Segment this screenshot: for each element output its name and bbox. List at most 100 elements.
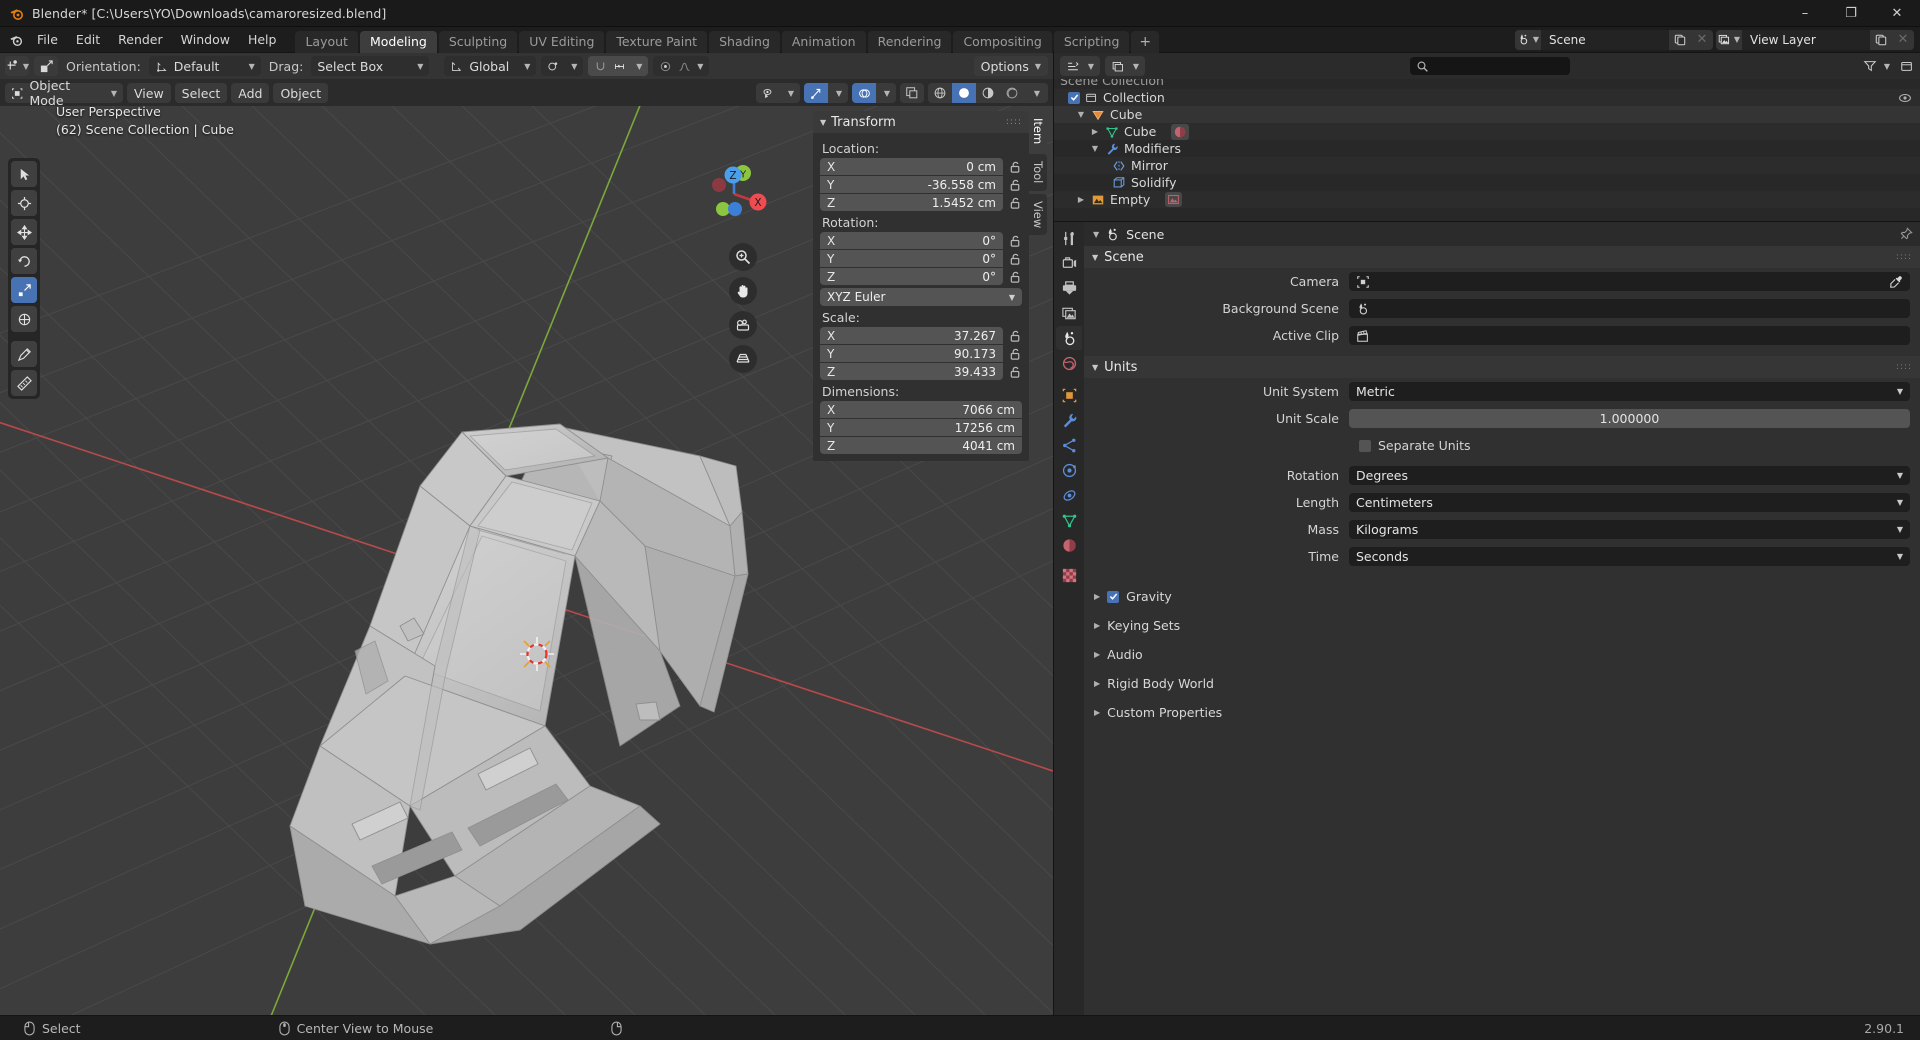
sidebar-tab-item[interactable]: Item: [1029, 111, 1047, 152]
sidebar-tab-tool[interactable]: Tool: [1029, 154, 1047, 191]
properties-tab-render[interactable]: [1056, 251, 1082, 275]
outliner-new-collection-icon[interactable]: [1900, 59, 1914, 73]
menu-file[interactable]: File: [28, 29, 67, 51]
proportional-editing-dropdown[interactable]: ▼: [653, 56, 710, 76]
scene-panel-grip-icon[interactable]: ::::: [1896, 252, 1912, 262]
tool-tweak-icon[interactable]: [11, 161, 37, 187]
properties-tab-object-data[interactable]: [1056, 508, 1082, 532]
properties-tab-constraints[interactable]: [1056, 483, 1082, 507]
unit-system-dropdown[interactable]: Metric ▼: [1349, 382, 1910, 401]
pin-icon[interactable]: [1899, 227, 1913, 241]
new-scene-button[interactable]: [1669, 29, 1691, 50]
properties-tab-material[interactable]: [1056, 533, 1082, 557]
rotation-mode-dropdown[interactable]: XYZ Euler ▼: [820, 288, 1022, 306]
viewport-3d[interactable]: ▼ Orientation: Default ▼ Drag: Select Bo…: [0, 53, 1053, 1015]
transform-panel-header[interactable]: ▼ Transform ::::: [813, 111, 1029, 133]
outliner-display-mode-dropdown[interactable]: ▼: [1105, 56, 1145, 76]
rotation-units-dropdown[interactable]: Degrees ▼: [1349, 466, 1910, 485]
zoom-icon[interactable]: [729, 243, 757, 271]
pivot-point-dropdown[interactable]: ▼: [541, 56, 584, 76]
collection-visibility-checkbox[interactable]: [1068, 91, 1080, 104]
camera-field[interactable]: [1349, 272, 1910, 291]
workspace-tab-rendering[interactable]: Rendering: [867, 30, 952, 53]
lock-location-z-icon[interactable]: [1009, 196, 1022, 210]
close-button[interactable]: ✕: [1874, 0, 1920, 27]
separate-units-checkbox[interactable]: [1359, 439, 1371, 452]
properties-tab-modifier[interactable]: [1056, 408, 1082, 432]
properties-tab-scene[interactable]: [1056, 326, 1082, 350]
scale-y-field[interactable]: Y 90.173: [820, 345, 1003, 362]
custom-properties-panel-header[interactable]: ▶ Custom Properties: [1084, 702, 1920, 723]
rigid-body-world-panel-header[interactable]: ▶ Rigid Body World: [1084, 673, 1920, 694]
workspace-tab-texture-paint[interactable]: Texture Paint: [606, 30, 708, 53]
view-layer-selector[interactable]: ▼ View Layer ✕: [1716, 29, 1914, 50]
shading-material-preview-icon[interactable]: [976, 83, 1000, 103]
lock-scale-y-icon[interactable]: [1009, 347, 1022, 361]
outliner-row-collection[interactable]: Collection: [1054, 89, 1920, 106]
menu-help[interactable]: Help: [239, 29, 286, 51]
active-clip-field[interactable]: [1349, 326, 1910, 345]
scene-selector[interactable]: ▼ Scene ✕: [1515, 29, 1713, 50]
tool-annotate-icon[interactable]: [11, 341, 37, 367]
snapping-dropdown[interactable]: ▼: [588, 56, 649, 76]
properties-tab-view-layer[interactable]: [1056, 301, 1082, 325]
outliner-tree[interactable]: Scene Collection Collection ▼ Cube ▶ Cub…: [1054, 79, 1920, 221]
lock-location-y-icon[interactable]: [1009, 178, 1022, 192]
gizmos-dropdown[interactable]: ▼: [804, 83, 848, 103]
toggle-orthographic-icon[interactable]: [729, 345, 757, 373]
viewport-menu-add[interactable]: Add: [231, 83, 270, 103]
location-z-field[interactable]: Z 1.5452 cm: [820, 194, 1003, 211]
properties-tab-particles[interactable]: [1056, 433, 1082, 457]
workspace-tab-shading[interactable]: Shading: [709, 30, 780, 53]
lock-scale-x-icon[interactable]: [1009, 329, 1022, 343]
scene-panel-header[interactable]: ▼ Scene ::::: [1084, 246, 1920, 268]
lock-scale-z-icon[interactable]: [1009, 365, 1022, 379]
view-layer-icon[interactable]: ▼: [1716, 29, 1742, 50]
tool-move-icon[interactable]: [11, 219, 37, 245]
panel-grip-icon[interactable]: ::::: [1006, 117, 1022, 127]
remove-view-layer-button[interactable]: ✕: [1892, 29, 1914, 50]
properties-tab-world[interactable]: [1056, 351, 1082, 375]
xray-toggle-icon[interactable]: [900, 83, 924, 103]
workspace-tab-scripting[interactable]: Scripting: [1053, 30, 1130, 53]
tool-scale-icon[interactable]: [11, 277, 37, 303]
lock-rotation-y-icon[interactable]: [1009, 252, 1022, 266]
gravity-checkbox[interactable]: [1107, 590, 1120, 603]
workspace-tab-compositing[interactable]: Compositing: [953, 30, 1052, 53]
minimize-button[interactable]: –: [1782, 0, 1828, 27]
shading-dropdown-chevron-icon[interactable]: ▼: [1024, 83, 1048, 103]
visibility-dropdown[interactable]: ▼: [756, 83, 800, 103]
drag-dropdown[interactable]: Select Box ▼: [311, 56, 430, 76]
menu-window[interactable]: Window: [172, 29, 239, 51]
outliner-filter-icon[interactable]: [1863, 59, 1877, 73]
rotation-y-field[interactable]: Y 0°: [820, 250, 1003, 267]
workspace-tab-modeling[interactable]: Modeling: [359, 30, 437, 53]
properties-tab-tool[interactable]: [1056, 226, 1082, 250]
tool-measure-icon[interactable]: [11, 370, 37, 396]
add-workspace-button[interactable]: +: [1131, 30, 1160, 53]
properties-editor-type-chevron-icon[interactable]: ▼: [1093, 230, 1099, 239]
outliner-row-scene-collection[interactable]: Scene Collection: [1054, 79, 1920, 89]
time-units-dropdown[interactable]: Seconds ▼: [1349, 547, 1910, 566]
keying-sets-panel-header[interactable]: ▶ Keying Sets: [1084, 615, 1920, 636]
menu-edit[interactable]: Edit: [67, 29, 109, 51]
workspace-tab-layout[interactable]: Layout: [295, 30, 358, 53]
properties-tab-physics[interactable]: [1056, 458, 1082, 482]
options-button[interactable]: Options ▼: [973, 56, 1048, 76]
tool-rotate-icon[interactable]: [11, 248, 37, 274]
length-units-dropdown[interactable]: Centimeters ▼: [1349, 493, 1910, 512]
empty-collapse-triangle-icon[interactable]: ▶: [1076, 195, 1086, 204]
viewport-menu-object[interactable]: Object: [273, 83, 329, 103]
viewport-menu-select[interactable]: Select: [174, 83, 228, 103]
properties-tab-object[interactable]: [1056, 383, 1082, 407]
unit-scale-field[interactable]: 1.000000: [1349, 409, 1910, 428]
blender-menu-icon[interactable]: [4, 29, 28, 51]
scene-icon[interactable]: ▼: [1515, 29, 1541, 50]
location-y-field[interactable]: Y -36.558 cm: [820, 176, 1003, 193]
collection-hide-icon[interactable]: [1898, 92, 1912, 104]
viewport-menu-view[interactable]: View: [127, 83, 171, 103]
lock-location-x-icon[interactable]: [1009, 160, 1022, 174]
view-layer-name[interactable]: View Layer: [1742, 29, 1870, 50]
outliner-row-cube-object[interactable]: ▼ Cube: [1054, 106, 1920, 123]
maximize-button[interactable]: ❐: [1828, 0, 1874, 27]
